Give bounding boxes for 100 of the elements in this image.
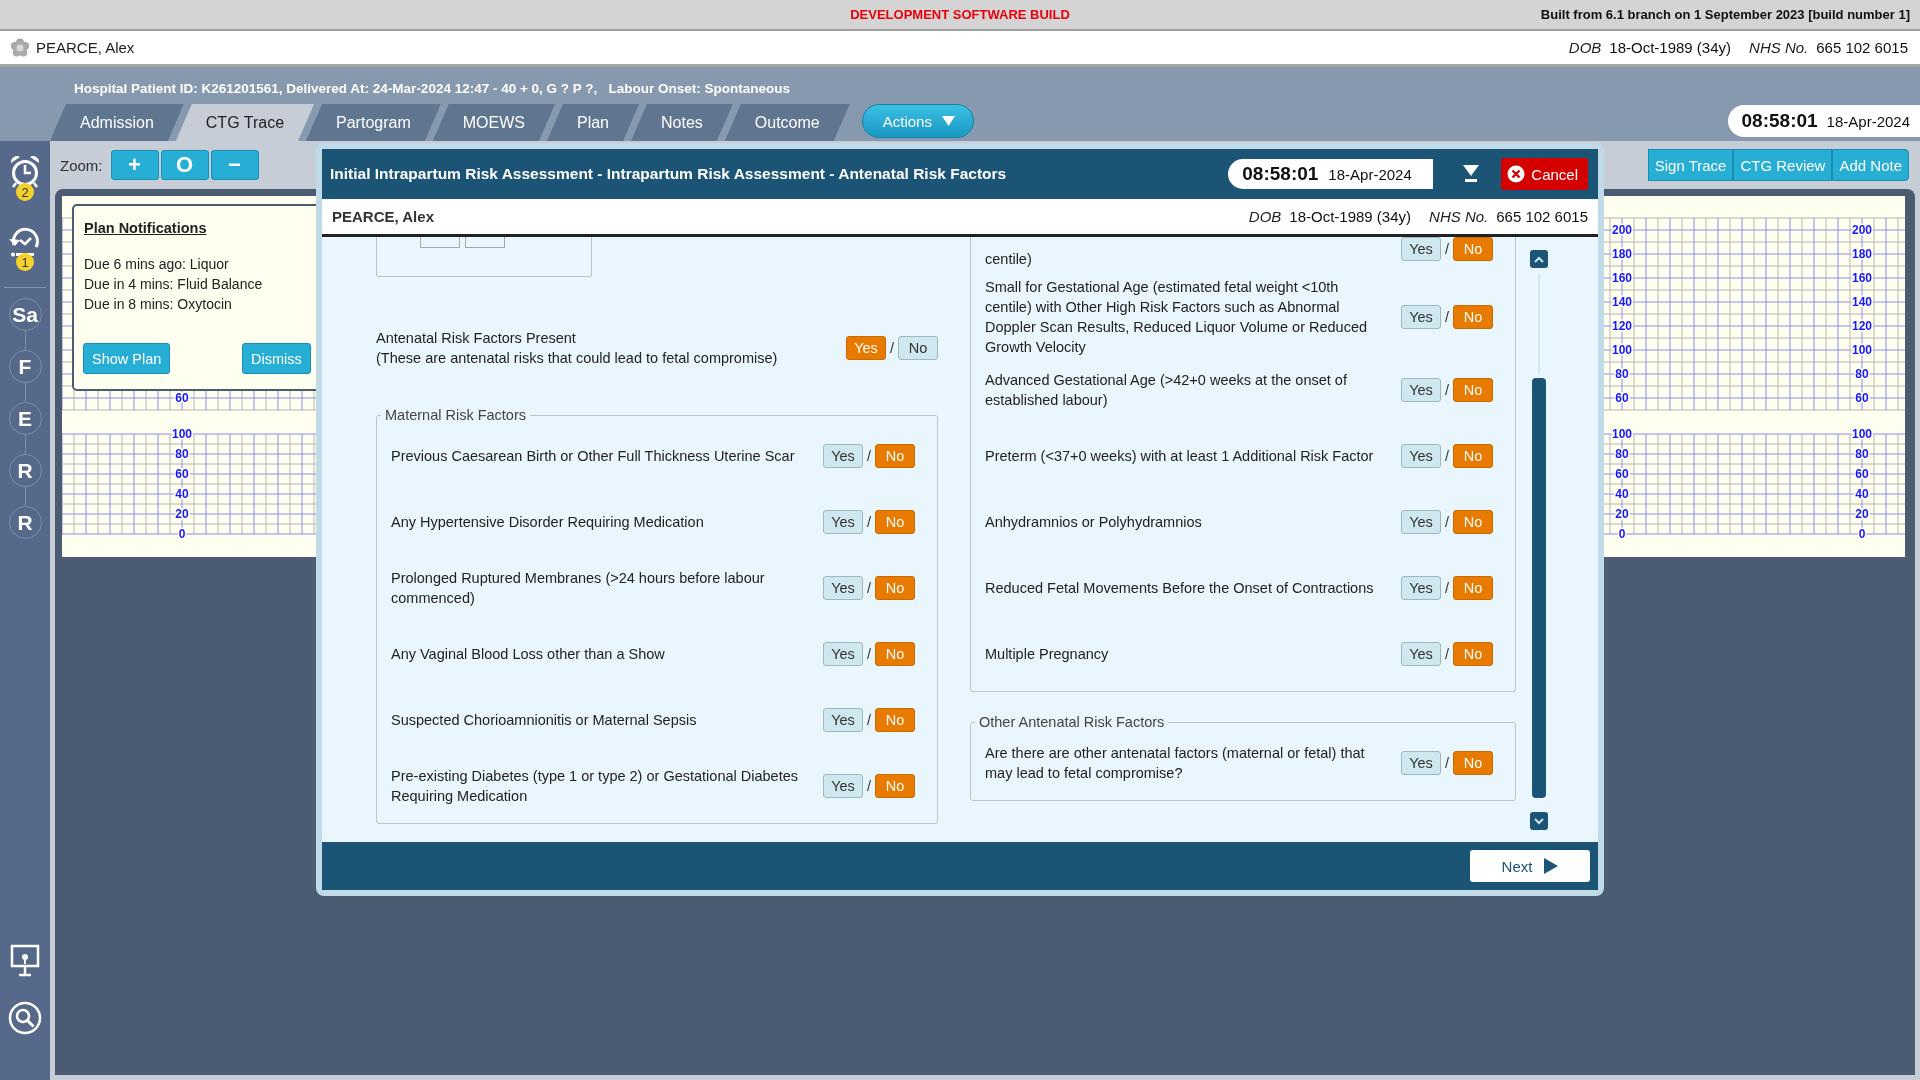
answer-option[interactable]: Yes	[845, 336, 886, 360]
dob-label: DOB	[1248, 208, 1282, 225]
question-label: Advanced Gestational Age (>42+0 weeks at the onset of established labour)	[985, 371, 1348, 410]
scale-label: 0	[178, 527, 186, 541]
scale-label: 60	[1615, 467, 1629, 481]
scale-label: 180	[1612, 247, 1632, 261]
scale-label: 100	[1612, 343, 1632, 357]
patient-name: PEARCE, Alex	[36, 39, 135, 56]
dob-label: DOB	[1568, 39, 1602, 56]
zoom-button[interactable]: +	[110, 150, 159, 180]
scroll-down-button[interactable]	[1530, 812, 1548, 830]
question-label: Small for Gestational Age (estimated fetal weight <10th centile) with Other High Risk Factors such as Abnormal Doppler Scan Results, Reduced Liquor Volume or Reduced Growth Velocity	[985, 278, 1369, 357]
scale-label: 100	[1612, 427, 1632, 441]
scale-label: 140	[1852, 295, 1872, 309]
answer-option[interactable]: No	[875, 642, 915, 666]
notification-title: Plan Notifications	[84, 220, 207, 236]
answer-option[interactable]: Yes	[1400, 378, 1441, 402]
zoom-button[interactable]: O	[160, 150, 209, 180]
answer-option[interactable]: Yes	[1400, 642, 1441, 666]
answer-option[interactable]: No	[1453, 751, 1493, 775]
dob-value: 18-Oct-1989 (34y)	[1289, 208, 1412, 225]
separator-slash: /	[1444, 240, 1449, 259]
tab[interactable]: MOEWS	[432, 104, 555, 141]
separator-slash: /	[1444, 513, 1449, 532]
scale-label: 40	[1855, 487, 1869, 501]
question-hint: (These are antenatal risks that could lead to fetal compromise)	[376, 349, 779, 368]
zoom-button[interactable]: −	[210, 150, 259, 180]
scale-label: 160	[1852, 271, 1872, 285]
scale-label: 200	[1852, 223, 1872, 237]
question-label: Any Vaginal Blood Loss other than a Show	[391, 645, 666, 664]
answer-option[interactable]: No	[898, 336, 938, 360]
separator-slash: /	[1444, 579, 1449, 598]
chevron-down-icon	[1534, 817, 1544, 825]
answer-option[interactable]: No	[875, 708, 915, 732]
scrollbar-thumb[interactable]	[1532, 378, 1546, 798]
scale-label: 160	[1612, 271, 1632, 285]
answer-option[interactable]: No	[875, 444, 915, 468]
scale-label: 140	[1612, 295, 1632, 309]
answer-option[interactable]: Yes	[1400, 444, 1441, 468]
answer-option[interactable]: Yes	[822, 774, 863, 798]
tab[interactable]: Plan	[546, 104, 639, 141]
answer-option[interactable]: Yes	[1400, 576, 1441, 600]
notification-item: Due in 4 mins: Fluid Balance	[84, 275, 264, 294]
close-circle-icon	[1507, 165, 1526, 183]
answer-option[interactable]: Yes	[1400, 510, 1441, 534]
answer-option[interactable]: No	[1453, 576, 1493, 600]
answer-option[interactable]: Yes	[822, 510, 863, 534]
answer-option[interactable]: No	[1453, 510, 1493, 534]
question-label: Pre-existing Diabetes (type 1 or type 2) or Gestational Diabetes Requiring Medication	[391, 767, 799, 806]
tab[interactable]: Notes	[631, 104, 733, 141]
scale-label: 0	[1618, 527, 1626, 541]
answer-option[interactable]: Yes	[822, 576, 863, 600]
answer-option[interactable]: Yes	[1400, 751, 1441, 775]
scale-label: 200	[1612, 223, 1632, 237]
group-legend: Other Antenatal Risk Factors	[975, 714, 1169, 730]
scale-label: 20	[1855, 507, 1869, 521]
cancel-button[interactable]: Cancel	[1501, 158, 1588, 190]
scale-label: 120	[1612, 319, 1632, 333]
tab[interactable]: Admission	[50, 104, 184, 141]
scale-label: 180	[1852, 247, 1872, 261]
separator-slash: /	[1444, 381, 1449, 400]
next-button[interactable]: Next	[1470, 850, 1590, 882]
answer-option[interactable]: No	[1453, 378, 1493, 402]
answer-option[interactable]: Yes	[822, 708, 863, 732]
scale-label: 100	[172, 427, 192, 441]
scale-label: 60	[1855, 467, 1869, 481]
zoom-label: Zoom:	[60, 156, 103, 174]
answer-option[interactable]: No	[1453, 237, 1493, 261]
scale-label: 40	[1615, 487, 1629, 501]
scale-label: 0	[1858, 527, 1866, 541]
notification-button[interactable]: Show Plan	[83, 343, 171, 374]
tab[interactable]: Partogram	[306, 104, 441, 141]
triangle-down-bar-icon[interactable]	[1463, 165, 1480, 183]
question-label: Previous Caesarean Birth or Other Full Thickness Uterine Scar	[391, 447, 796, 466]
answer-option[interactable]: No	[1453, 642, 1493, 666]
answer-option[interactable]: Yes	[822, 642, 863, 666]
toolbar-button[interactable]: Add Note	[1832, 149, 1909, 181]
toolbar-button[interactable]: CTG Review	[1733, 149, 1833, 181]
count-badge: 1	[16, 253, 34, 271]
answer-option[interactable]: No	[875, 510, 915, 534]
tab[interactable]: CTG Trace	[175, 104, 315, 141]
separator-slash: /	[1444, 754, 1449, 773]
notification-button[interactable]: Dismiss	[242, 343, 311, 374]
build-banner-title: DEVELOPMENT SOFTWARE BUILD	[850, 7, 1070, 22]
toolbar-button[interactable]: Sign Trace	[1647, 149, 1734, 181]
scale-label: 60	[175, 391, 189, 405]
actions-button[interactable]: Actions	[861, 104, 974, 138]
scroll-up-button[interactable]	[1530, 250, 1548, 268]
answer-option[interactable]: Yes	[1400, 237, 1441, 261]
separator-slash: /	[866, 447, 871, 466]
scale-label: 100	[1852, 343, 1872, 357]
answer-option[interactable]: Yes	[822, 444, 863, 468]
answer-option[interactable]: No	[875, 774, 915, 798]
question-label: Are there are other antenatal factors (maternal or fetal) that may lead to fetal compromise?	[985, 744, 1366, 783]
answer-option[interactable]: Yes	[1400, 305, 1441, 329]
answer-option[interactable]: No	[1453, 305, 1493, 329]
answer-option[interactable]: No	[875, 576, 915, 600]
tab[interactable]: Outcome	[724, 104, 850, 141]
search-icon[interactable]	[7, 1000, 43, 1036]
answer-option[interactable]: No	[1453, 444, 1493, 468]
